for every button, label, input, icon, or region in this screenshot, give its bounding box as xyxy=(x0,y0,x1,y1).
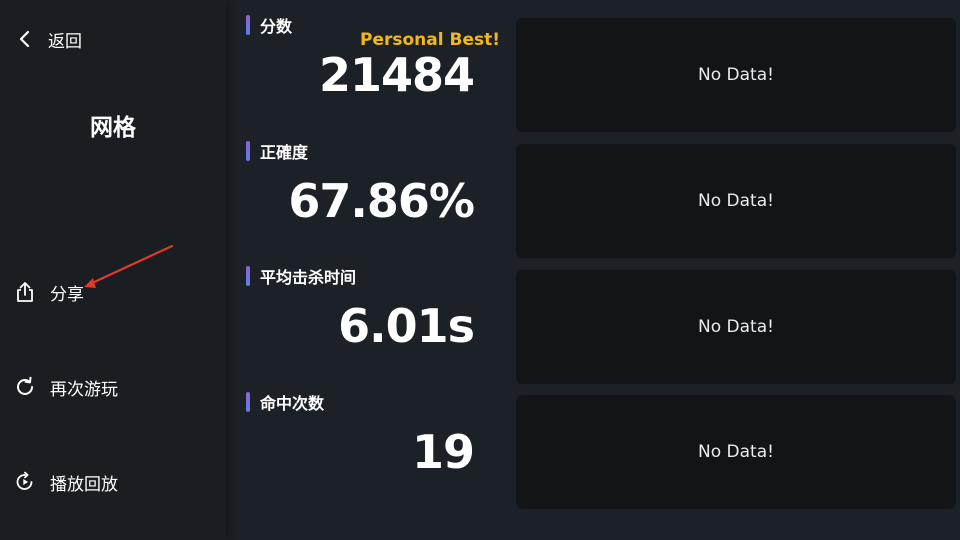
stat-score: 分数 Personal Best! 21484 xyxy=(246,14,502,134)
sidebar: 返回 网格 分享 再次游玩 播放回放 xyxy=(0,0,226,540)
play-replay-label: 播放回放 xyxy=(50,474,118,495)
play-replay-button[interactable]: 播放回放 xyxy=(14,467,118,497)
label-accent-bar xyxy=(246,15,250,35)
accuracy-graph-panel: No Data! xyxy=(516,144,956,258)
results-screen: 返回 网格 分享 再次游玩 播放回放 分数 Personal Best! 214… xyxy=(0,0,960,540)
score-graph-panel: No Data! xyxy=(516,18,956,132)
playback-icon xyxy=(14,471,36,493)
back-button[interactable]: 返回 xyxy=(14,26,82,52)
stat-avg-kill-time: 平均击杀时间 6.01s xyxy=(246,265,502,385)
back-label: 返回 xyxy=(48,31,82,52)
replay-icon xyxy=(14,376,36,398)
chevron-left-icon xyxy=(14,28,36,50)
share-button[interactable]: 分享 xyxy=(14,277,84,307)
kill-time-graph-panel: No Data! xyxy=(516,270,956,384)
stat-value: 6.01s xyxy=(338,299,475,353)
share-icon xyxy=(14,281,36,303)
play-again-button[interactable]: 再次游玩 xyxy=(14,372,118,402)
stat-hits: 命中次数 19 xyxy=(246,391,502,511)
stat-value: 67.86% xyxy=(288,174,475,228)
mode-title: 网格 xyxy=(90,115,136,141)
no-data-text: No Data! xyxy=(698,317,774,337)
stat-value: 19 xyxy=(411,425,475,479)
no-data-text: No Data! xyxy=(698,442,774,462)
label-accent-bar xyxy=(246,266,250,286)
stat-accuracy: 正確度 67.86% xyxy=(246,140,502,260)
hits-graph-panel: No Data! xyxy=(516,395,956,509)
label-accent-bar xyxy=(246,141,250,161)
stat-label: 平均击杀时间 xyxy=(260,268,357,287)
stat-label: 命中次数 xyxy=(260,394,325,413)
personal-best-badge: Personal Best! xyxy=(360,30,500,50)
no-data-text: No Data! xyxy=(698,65,774,85)
play-again-label: 再次游玩 xyxy=(50,379,118,400)
no-data-text: No Data! xyxy=(698,191,774,211)
label-accent-bar xyxy=(246,392,250,412)
stat-label: 分数 xyxy=(260,17,293,36)
stat-value: 21484 xyxy=(318,48,475,102)
share-label: 分享 xyxy=(50,284,84,305)
annotation-arrow xyxy=(84,244,174,288)
stat-label: 正確度 xyxy=(260,143,309,162)
